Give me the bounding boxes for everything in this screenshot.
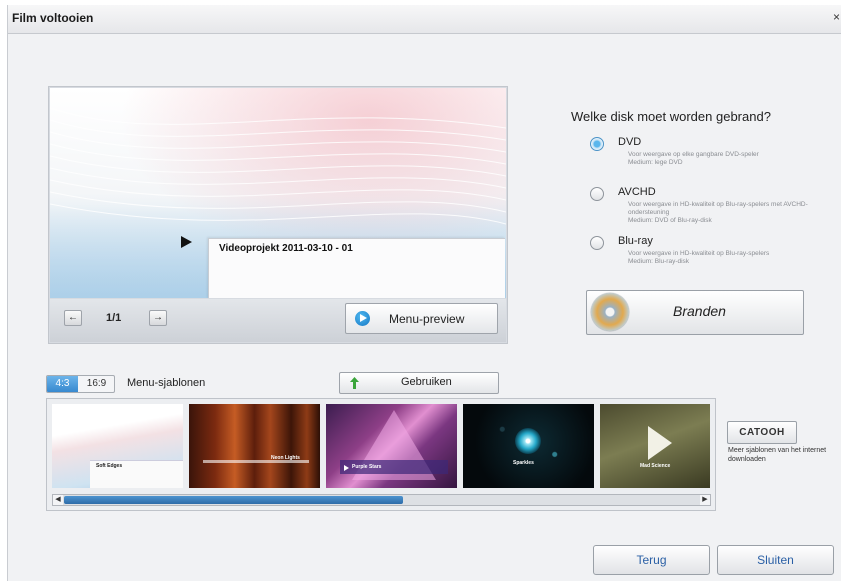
aspect-ratio-toggle: 4:3 16:9	[46, 375, 115, 393]
menu-preview-panel: Videoprojekt 2011-03-10 - 01 ← 1/1 → Men…	[48, 86, 508, 344]
option-dvd-description: Voor weergave op elke gangbare DVD-spele…	[628, 151, 759, 166]
disc-icon	[591, 293, 629, 331]
radio-bluray[interactable]	[590, 236, 604, 250]
menu-preview-label: Menu-preview	[389, 312, 465, 326]
template-sparkles[interactable]: Sparkles	[463, 404, 594, 488]
template-soft-edges[interactable]: Soft Edges	[52, 404, 183, 488]
window-title: Film voltooien	[12, 11, 94, 25]
radio-avchd[interactable]	[590, 187, 604, 201]
arrow-left-icon: ←	[68, 312, 78, 323]
radio-dvd[interactable]	[590, 137, 604, 151]
title-label-box: Videoprojekt 2011-03-10 - 01	[208, 238, 505, 298]
page-indicator: 1/1	[106, 312, 122, 324]
template-purple-stars[interactable]: Purple Stars	[326, 404, 457, 488]
option-bluray-label: Blu-ray	[618, 235, 653, 247]
aspect-16-9-option[interactable]: 16:9	[79, 376, 114, 392]
arrow-right-icon: →	[153, 312, 163, 323]
menu-preview-button[interactable]: Menu-preview	[345, 303, 498, 334]
next-page-button[interactable]: →	[149, 310, 167, 326]
preview-image: Videoprojekt 2011-03-10 - 01	[50, 88, 506, 298]
use-template-label: Gebruiken	[401, 376, 452, 388]
template-mad-science[interactable]: Mad Science	[600, 404, 710, 488]
template-strip: Soft Edges Neon Lights Purple Stars Spar…	[46, 398, 716, 511]
play-icon	[181, 236, 192, 248]
option-avchd-label: AVCHD	[618, 186, 656, 198]
project-title: Videoprojekt 2011-03-10 - 01	[219, 243, 353, 254]
play-circle-icon	[355, 311, 370, 326]
template-name: Purple Stars	[352, 464, 382, 470]
scrollbar-thumb[interactable]	[64, 496, 403, 504]
disc-icon	[515, 428, 541, 454]
burn-label: Branden	[673, 303, 726, 319]
download-more-templates-text: Meer sjablonen van het internet download…	[728, 447, 827, 463]
back-button[interactable]: Terug	[593, 545, 710, 575]
scroll-left-icon[interactable]: ◀	[53, 495, 63, 505]
template-neon-lights[interactable]: Neon Lights	[189, 404, 320, 488]
template-name: Mad Science	[640, 463, 671, 469]
disc-question: Welke disk moet worden gebrand?	[571, 109, 771, 124]
option-bluray-description: Voor weergave in HD-kwaliteit op Blu-ray…	[628, 250, 770, 265]
template-scrollbar[interactable]: ◀ ▶	[52, 494, 711, 506]
option-dvd-label: DVD	[618, 136, 642, 148]
arrow-up-icon	[350, 377, 359, 389]
use-template-button[interactable]: Gebruiken	[339, 372, 499, 394]
template-name: Neon Lights	[271, 455, 300, 461]
previous-page-button[interactable]: ←	[64, 310, 82, 326]
close-button[interactable]: Sluiten	[717, 545, 834, 575]
template-name: Sparkles	[513, 460, 534, 466]
catooh-button[interactable]: CATOOH	[727, 421, 797, 444]
aspect-4-3-option[interactable]: 4:3	[47, 376, 78, 392]
play-icon	[648, 426, 672, 460]
close-icon[interactable]: ×	[833, 10, 840, 24]
burn-button[interactable]: Branden	[586, 290, 804, 335]
option-avchd-description: Voor weergave in HD-kwaliteit op Blu-ray…	[628, 201, 808, 224]
template-name: Soft Edges	[96, 463, 123, 469]
scroll-right-icon[interactable]: ▶	[700, 495, 710, 505]
finish-movie-dialog: Film voltooien × Videoprojekt 2011-03-10…	[7, 5, 841, 581]
title-bar: Film voltooien ×	[8, 5, 841, 34]
play-icon	[344, 465, 349, 471]
preview-controls: ← 1/1 → Menu-preview	[50, 299, 506, 342]
menu-templates-label: Menu-sjablonen	[127, 377, 206, 389]
